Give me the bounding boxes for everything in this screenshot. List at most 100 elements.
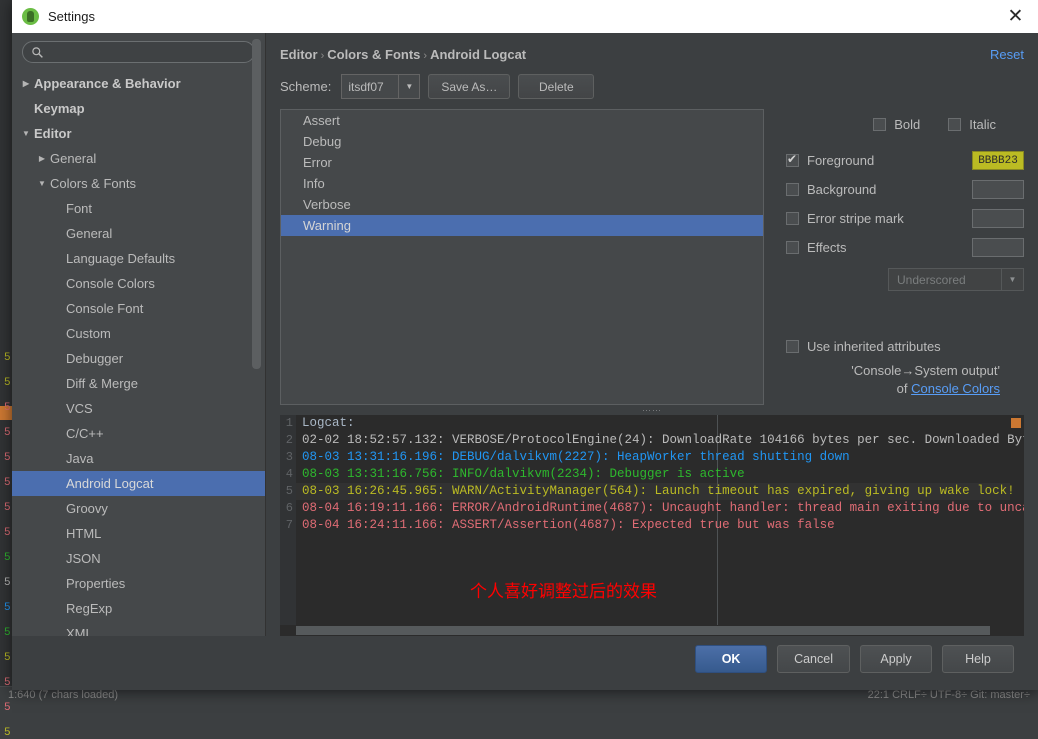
sidebar-scrollbar-thumb[interactable] bbox=[252, 39, 261, 369]
list-item[interactable]: Info bbox=[281, 173, 763, 194]
list-item[interactable]: Assert bbox=[281, 110, 763, 131]
attribute-checkbox[interactable] bbox=[786, 154, 799, 167]
sidebar-item-label: Properties bbox=[66, 576, 125, 591]
settings-dialog: Settings ✕ ▶Appearance & BehaviorKeymap▼… bbox=[12, 0, 1038, 690]
delete-button[interactable]: Delete bbox=[518, 74, 594, 99]
preview-editor[interactable]: 1Logcat:202-02 18:52:57.132: VERBOSE/Pro… bbox=[280, 415, 1024, 636]
list-item[interactable]: Warning bbox=[281, 215, 763, 236]
chevron-down-icon[interactable]: ▼ bbox=[1001, 269, 1023, 290]
color-swatch[interactable] bbox=[972, 238, 1024, 257]
chevron-down-icon[interactable]: ▼ bbox=[34, 179, 50, 188]
save-as-button[interactable]: Save As… bbox=[428, 74, 510, 99]
background-gutter-number: 5 bbox=[4, 727, 11, 739]
use-inherited-checkbox[interactable] bbox=[786, 340, 799, 353]
sidebar-item-json[interactable]: JSON bbox=[12, 546, 265, 571]
sidebar-scrollbar[interactable] bbox=[254, 35, 263, 634]
background-gutter-number: 5 bbox=[4, 502, 11, 514]
cancel-button[interactable]: Cancel bbox=[777, 645, 850, 673]
sidebar-item-label: XML bbox=[66, 626, 93, 636]
sidebar-item-editor[interactable]: ▼Editor bbox=[12, 121, 265, 146]
error-stripe-marker-icon[interactable] bbox=[1011, 418, 1021, 428]
background-gutter-number: 5 bbox=[4, 377, 11, 389]
sidebar-item-xml[interactable]: XML bbox=[12, 621, 265, 636]
background-gutter-number: 5 bbox=[4, 577, 11, 589]
list-item[interactable]: Debug bbox=[281, 131, 763, 152]
list-item[interactable]: Error bbox=[281, 152, 763, 173]
line-number: 2 bbox=[280, 432, 293, 449]
breadcrumb-separator: › bbox=[318, 50, 328, 62]
bold-checkbox[interactable] bbox=[873, 118, 886, 131]
sidebar-item-label: HTML bbox=[66, 526, 101, 541]
close-icon[interactable]: ✕ bbox=[993, 0, 1038, 33]
sidebar-item-vcs[interactable]: VCS bbox=[12, 396, 265, 421]
chevron-down-icon[interactable]: ▼ bbox=[18, 129, 34, 138]
apply-button[interactable]: Apply bbox=[860, 645, 932, 673]
chevron-right-icon[interactable]: ▶ bbox=[18, 79, 34, 88]
sidebar-item-general[interactable]: ▶General bbox=[12, 146, 265, 171]
scheme-dropdown[interactable]: itsdf07 ▼ bbox=[341, 74, 420, 99]
attribute-checkbox-row[interactable]: Error stripe mark bbox=[786, 211, 972, 226]
sidebar-item-debugger[interactable]: Debugger bbox=[12, 346, 265, 371]
line-number: 6 bbox=[280, 500, 293, 517]
sidebar-item-c-c[interactable]: C/C++ bbox=[12, 421, 265, 446]
sidebar-item-font[interactable]: Font bbox=[12, 196, 265, 221]
background-gutter-number: 5 bbox=[4, 602, 11, 614]
ok-button[interactable]: OK bbox=[695, 645, 767, 673]
sidebar-item-colors-fonts[interactable]: ▼Colors & Fonts bbox=[12, 171, 265, 196]
sidebar-item-custom[interactable]: Custom bbox=[12, 321, 265, 346]
line-number: 7 bbox=[280, 517, 293, 534]
search-input[interactable] bbox=[48, 45, 246, 59]
italic-checkbox[interactable] bbox=[948, 118, 961, 131]
search-box[interactable] bbox=[22, 41, 255, 63]
pane-splitter[interactable]: ⋯⋯ bbox=[280, 405, 1024, 415]
sidebar-item-general[interactable]: General bbox=[12, 221, 265, 246]
attribute-label: Background bbox=[807, 182, 876, 197]
chevron-down-icon[interactable]: ▼ bbox=[398, 75, 419, 98]
sidebar-item-console-font[interactable]: Console Font bbox=[12, 296, 265, 321]
background-gutter-number: 5 bbox=[4, 477, 11, 489]
sidebar-item-language-defaults[interactable]: Language Defaults bbox=[12, 246, 265, 271]
effects-type-dropdown[interactable]: Underscored ▼ bbox=[888, 268, 1024, 291]
help-button[interactable]: Help bbox=[942, 645, 1014, 673]
list-item[interactable]: Verbose bbox=[281, 194, 763, 215]
preview-editor-canvas[interactable]: 1Logcat:202-02 18:52:57.132: VERBOSE/Pro… bbox=[280, 415, 1024, 625]
sidebar-item-properties[interactable]: Properties bbox=[12, 571, 265, 596]
sidebar-item-appearance-behavior[interactable]: ▶Appearance & Behavior bbox=[12, 71, 265, 96]
attribute-checkbox[interactable] bbox=[786, 183, 799, 196]
sidebar-item-keymap[interactable]: Keymap bbox=[12, 96, 265, 121]
code-line-text: 08-04 16:19:11.166: ERROR/AndroidRuntime… bbox=[302, 500, 1024, 517]
background-gutter-number: 5 bbox=[4, 677, 11, 689]
line-number: 3 bbox=[280, 449, 293, 466]
italic-label: Italic bbox=[969, 117, 996, 132]
preview-hscroll-thumb[interactable] bbox=[296, 626, 990, 635]
preview-horizontal-scrollbar[interactable] bbox=[280, 625, 1024, 636]
italic-checkbox-row[interactable]: Italic bbox=[948, 117, 996, 132]
color-swatch[interactable] bbox=[972, 180, 1024, 199]
sidebar-item-groovy[interactable]: Groovy bbox=[12, 496, 265, 521]
sidebar-item-label: Console Font bbox=[66, 301, 143, 316]
android-icon bbox=[22, 8, 39, 25]
chevron-right-icon[interactable]: ▶ bbox=[34, 154, 50, 163]
attribute-checkbox[interactable] bbox=[786, 212, 799, 225]
line-number: 1 bbox=[280, 415, 293, 432]
search-row bbox=[12, 33, 265, 69]
reset-link[interactable]: Reset bbox=[990, 47, 1024, 62]
scheme-label: Scheme: bbox=[280, 79, 331, 94]
color-swatch[interactable]: BBBB23 bbox=[972, 151, 1024, 170]
sidebar-item-html[interactable]: HTML bbox=[12, 521, 265, 546]
sidebar-item-regexp[interactable]: RegExp bbox=[12, 596, 265, 621]
sidebar-item-diff-merge[interactable]: Diff & Merge bbox=[12, 371, 265, 396]
attribute-checkbox-row[interactable]: Effects bbox=[786, 240, 972, 255]
attribute-checkbox-row[interactable]: Background bbox=[786, 182, 972, 197]
color-swatch[interactable] bbox=[972, 209, 1024, 228]
attribute-checkbox-row[interactable]: Foreground bbox=[786, 153, 972, 168]
sidebar-item-android-logcat[interactable]: Android Logcat bbox=[12, 471, 265, 496]
sidebar-item-label: Editor bbox=[34, 126, 72, 141]
color-items-list[interactable]: AssertDebugErrorInfoVerboseWarning bbox=[280, 109, 764, 405]
sidebar-item-console-colors[interactable]: Console Colors bbox=[12, 271, 265, 296]
console-colors-link[interactable]: Console Colors bbox=[911, 381, 1000, 396]
attribute-checkbox[interactable] bbox=[786, 241, 799, 254]
sidebar-item-java[interactable]: Java bbox=[12, 446, 265, 471]
bold-checkbox-row[interactable]: Bold bbox=[873, 117, 920, 132]
use-inherited-row[interactable]: Use inherited attributes bbox=[786, 339, 1024, 354]
